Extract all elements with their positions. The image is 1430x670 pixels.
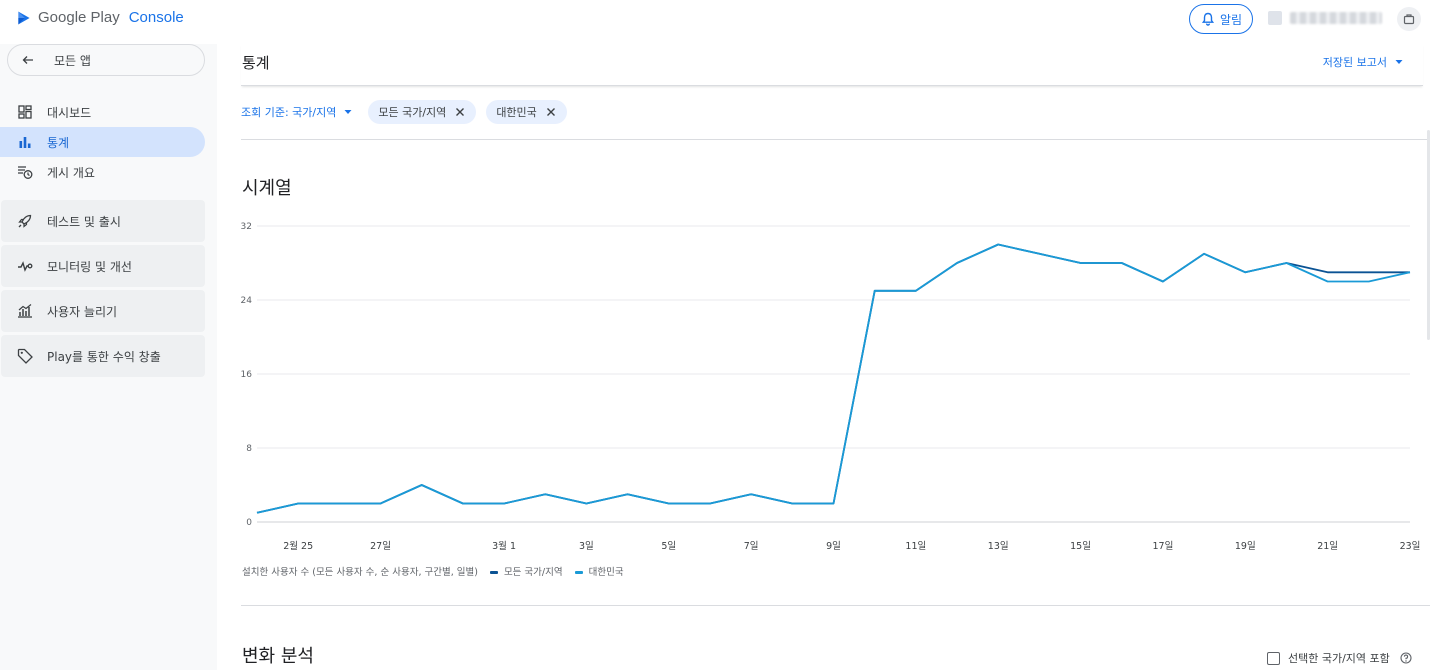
filter-bar: 조회 기준: 국가/지역 모든 국가/지역 대한민국	[241, 100, 567, 124]
legend-label: 대한민국	[588, 567, 624, 578]
sidebar-section-label: Play를 통한 수익 창출	[47, 349, 161, 364]
divider	[241, 139, 1430, 140]
account-avatar	[1268, 11, 1282, 25]
y-tick-label: 0	[246, 518, 252, 528]
dashboard-icon	[17, 104, 33, 120]
play-console-logo[interactable]: Google Play Console	[16, 9, 184, 26]
chart-metric-caption: 설치한 사용자 수 (모든 사용자 수, 순 사용자, 구간별, 일별)	[242, 567, 478, 578]
page-header: 통계 저장된 보고서	[241, 44, 1423, 86]
alerts-button[interactable]: 알림	[1189, 4, 1253, 34]
include-selected-checkbox[interactable]	[1267, 651, 1280, 665]
arrow-back-icon	[20, 52, 36, 68]
publishing-overview-icon	[17, 164, 33, 180]
series-line-south-korea[interactable]	[256, 243, 1411, 514]
x-tick-label: 7일	[744, 541, 759, 552]
legend-swatch	[489, 571, 498, 574]
x-tick-label: 3일	[579, 541, 594, 552]
x-tick-label: 3월 1	[492, 540, 516, 552]
sidebar-section-label: 테스트 및 출시	[47, 214, 121, 229]
brand-name: Google Play	[38, 9, 120, 26]
x-tick-label: 5일	[661, 541, 676, 552]
series-line-all-countries[interactable]	[256, 243, 1410, 514]
x-tick-label: 15일	[1070, 541, 1091, 552]
legend-item-south-korea[interactable]: 대한민국	[574, 564, 624, 578]
include-selected-countries-option[interactable]: 선택한 국가/지역 포함	[1267, 650, 1414, 666]
sidebar-item-dashboard[interactable]: 대시보드	[0, 97, 205, 127]
alerts-label: 알림	[1219, 12, 1243, 27]
saved-reports-label: 저장된 보고서	[1322, 56, 1387, 69]
account-name-redacted	[1290, 12, 1382, 24]
filter-chip-south-korea[interactable]: 대한민국	[486, 100, 567, 124]
play-console-logo-icon	[16, 10, 32, 26]
sidebar-section-grow-users[interactable]: 사용자 늘리기	[1, 290, 205, 332]
y-tick-label: 24	[241, 296, 253, 306]
top-bar: Google Play Console 알림	[0, 0, 1430, 44]
x-tick-label: 17일	[1153, 541, 1174, 552]
legend-label: 모든 국가/지역	[503, 567, 563, 578]
legend-item-all-countries[interactable]: 모든 국가/지역	[489, 564, 563, 578]
pulse-icon	[17, 258, 33, 274]
timeseries-chart[interactable]: 0 8 16 24 32 2월 25 27일 3월 1 3일 5일 7일 9일 11일 13일 15일 17일…	[217, 214, 1430, 574]
account-settings-button[interactable]	[1397, 7, 1421, 31]
x-tick-label: 11일	[905, 541, 926, 552]
bar-chart-icon	[17, 134, 33, 150]
x-tick-label: 23일	[1400, 541, 1421, 552]
growth-icon	[17, 303, 33, 319]
x-tick-label: 9일	[826, 541, 841, 552]
all-apps-label: 모든 앱	[54, 53, 91, 68]
sidebar-item-label: 통계	[47, 135, 70, 150]
sidebar-section-monetize[interactable]: Play를 통한 수익 창출	[1, 335, 205, 377]
developer-account-selector[interactable]	[1262, 4, 1390, 32]
chip-label: 대한민국	[496, 106, 537, 119]
close-icon[interactable]	[452, 104, 468, 120]
sidebar-section-label: 모니터링 및 개선	[47, 259, 132, 274]
view-by-dropdown[interactable]: 조회 기준: 국가/지역	[241, 104, 356, 120]
sidebar-item-label: 게시 개요	[47, 165, 95, 180]
filter-chip-all-countries[interactable]: 모든 국가/지역	[368, 100, 477, 124]
sidebar-item-label: 대시보드	[47, 105, 92, 120]
divider	[241, 605, 1430, 606]
tag-icon	[17, 348, 33, 364]
y-tick-label: 8	[246, 444, 252, 454]
chip-label: 모든 국가/지역	[378, 106, 447, 119]
y-tick-label: 16	[241, 370, 253, 380]
change-analysis-title: 변화 분석	[242, 646, 314, 667]
checkbox-label: 선택한 국가/지역 포함	[1288, 652, 1390, 665]
x-tick-label: 19일	[1235, 541, 1256, 552]
view-by-label: 조회 기준: 국가/지역	[241, 106, 337, 119]
sidebar-item-publishing-overview[interactable]: 게시 개요	[0, 157, 205, 187]
rocket-icon	[17, 213, 33, 229]
sidebar-section-label: 사용자 늘리기	[47, 304, 118, 319]
timeseries-title: 시계열	[242, 178, 292, 199]
legend-swatch	[574, 571, 583, 574]
x-tick-label: 27일	[370, 541, 391, 552]
y-tick-label: 32	[241, 222, 252, 232]
sidebar-section-monitor-and-improve[interactable]: 모니터링 및 개선	[1, 245, 205, 287]
x-tick-label: 2월 25	[283, 540, 313, 552]
page-title: 통계	[242, 54, 270, 72]
saved-reports-dropdown[interactable]: 저장된 보고서	[1323, 54, 1407, 70]
x-tick-label: 13일	[988, 541, 1009, 552]
all-apps-button[interactable]: 모든 앱	[7, 44, 205, 76]
main-content: 통계 저장된 보고서 조회 기준: 국가/지역 모든 국가/지역 대한민국 시계…	[217, 44, 1430, 670]
close-icon[interactable]	[543, 104, 559, 120]
chart-legend: 설치한 사용자 수 (모든 사용자 수, 순 사용자, 구간별, 일별) 모든 …	[242, 564, 624, 578]
brand-accent: Console	[128, 9, 184, 26]
bell-icon	[1200, 11, 1216, 27]
x-tick-label: 21일	[1317, 541, 1338, 552]
briefcase-icon	[1401, 11, 1417, 27]
caret-down-icon	[1391, 54, 1407, 70]
sidebar-section-test-and-release[interactable]: 테스트 및 출시	[1, 200, 205, 242]
sidebar: 모든 앱 대시보드 통계 게시 개요 테스트 및 출시 모니터링 및 개선 사용…	[0, 44, 217, 670]
sidebar-item-statistics[interactable]: 통계	[0, 127, 205, 157]
help-icon[interactable]	[1398, 650, 1414, 666]
caret-down-icon	[340, 104, 356, 120]
